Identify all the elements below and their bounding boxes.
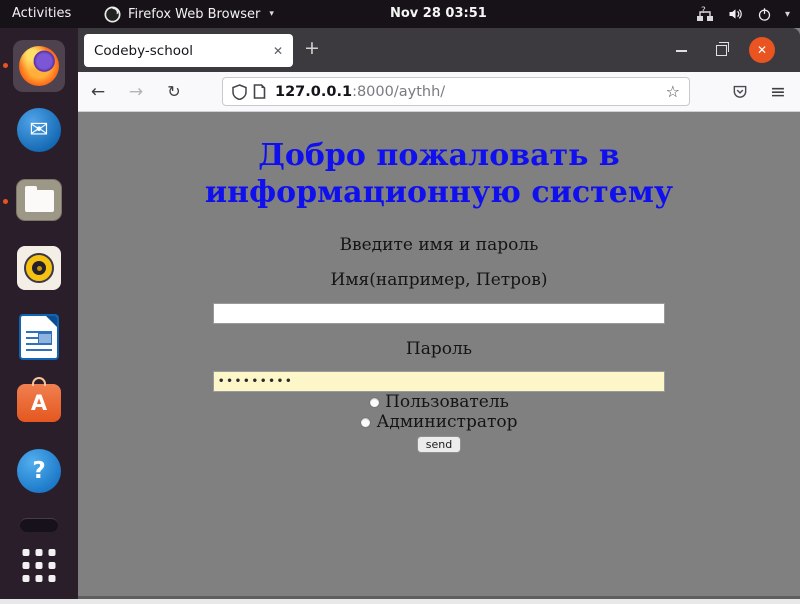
dock-item-firefox[interactable] [13,40,65,92]
firefox-window: Codeby-school ✕ + ✕ ← → ↻ 127.0.0.1:8000… [78,28,800,598]
pocket-icon[interactable] [731,83,749,100]
focused-app-menu[interactable]: Firefox Web Browser ▾ [104,0,274,28]
firefox-icon [19,46,59,86]
reload-button[interactable]: ↻ [165,82,183,101]
show-applications-button[interactable] [23,549,56,582]
ubuntu-software-icon: A [31,393,47,414]
send-button[interactable]: send [417,436,461,453]
radio-user[interactable] [369,397,380,408]
caret-down-icon: ▾ [269,9,274,19]
clock[interactable]: Nov 28 03:51 [390,0,487,28]
password-input[interactable] [213,371,665,392]
web-page: Добро пожаловать в информационную систем… [78,112,800,597]
volume-icon [727,6,744,22]
back-button[interactable]: ← [89,82,107,102]
url-bar[interactable]: 127.0.0.1:8000/aythh/ ☆ [222,77,690,106]
close-button[interactable]: ✕ [749,37,775,63]
files-icon [25,190,54,212]
radio-user-label: Пользователь [385,392,509,412]
dock-item-thunderbird[interactable]: ✉ [17,108,61,152]
tab-title: Codeby-school [94,43,267,59]
desktop-screen: Activities Firefox Web Browser ▾ Nov 28 … [0,0,800,604]
network-question-icon: ? [696,6,714,22]
svg-text:?: ? [701,6,706,16]
thunderbird-icon: ✉ [29,119,48,142]
app-menu-label: Firefox Web Browser [128,7,260,22]
minimize-button[interactable] [676,50,687,52]
radio-admin-label: Администратор [376,412,517,432]
bookmark-star-icon[interactable]: ☆ [666,82,680,101]
page-title-line1: Добро пожаловать в [78,137,800,174]
page-title-line2: информационную систему [78,174,800,211]
dock-item-rhythmbox[interactable] [17,246,61,290]
power-icon [757,7,772,22]
dock-item-help[interactable]: ? [17,449,61,493]
writer-image-glyph [38,333,52,344]
menu-hamburger-icon[interactable]: ≡ [770,81,786,103]
dock-item-files[interactable] [16,179,62,221]
new-tab-button[interactable]: + [304,37,320,59]
help-icon: ? [32,458,45,484]
files-running-dot [3,199,8,204]
url-text: 127.0.0.1:8000/aythh/ [275,84,666,100]
role-option-user: Пользователь [78,393,800,412]
dock-item-libreoffice-writer[interactable] [19,314,59,360]
activities-button[interactable]: Activities [12,0,71,28]
system-status-area[interactable]: ? ▾ [696,0,790,28]
navigation-toolbar: ← → ↻ 127.0.0.1:8000/aythh/ ☆ ≡ [78,72,800,112]
rhythmbox-icon [24,253,54,283]
firefox-running-dot [3,63,8,68]
tab-codeby-school[interactable]: Codeby-school ✕ [84,34,293,67]
intro-text: Введите имя и пароль [78,235,800,255]
forward-button[interactable]: → [127,82,145,102]
ubuntu-dock: ✉ A ? [0,28,78,599]
name-label: Имя(например, Петров) [78,270,800,290]
restore-button[interactable] [716,45,727,56]
page-title: Добро пожаловать в информационную систем… [78,137,800,211]
firefox-mono-icon [104,6,121,23]
tab-close-icon[interactable]: ✕ [273,44,283,58]
caret-down-icon: ▾ [785,9,790,20]
role-option-admin: Администратор [78,413,800,432]
titlebar: Codeby-school ✕ + ✕ [78,28,800,72]
page-icon [253,84,266,99]
dock-item-ubuntu-software[interactable]: A [17,384,61,422]
url-domain: 127.0.0.1 [275,84,352,100]
radio-admin[interactable] [360,417,371,428]
screen-bottom-edge [0,599,800,604]
gnome-top-panel: Activities Firefox Web Browser ▾ Nov 28 … [0,0,800,28]
url-path: :8000/aythh/ [352,84,445,100]
minimized-window-pill[interactable] [20,518,58,532]
software-handle [32,377,46,386]
password-label: Пароль [78,339,800,359]
name-input[interactable] [213,303,665,324]
shield-icon[interactable] [232,84,247,100]
